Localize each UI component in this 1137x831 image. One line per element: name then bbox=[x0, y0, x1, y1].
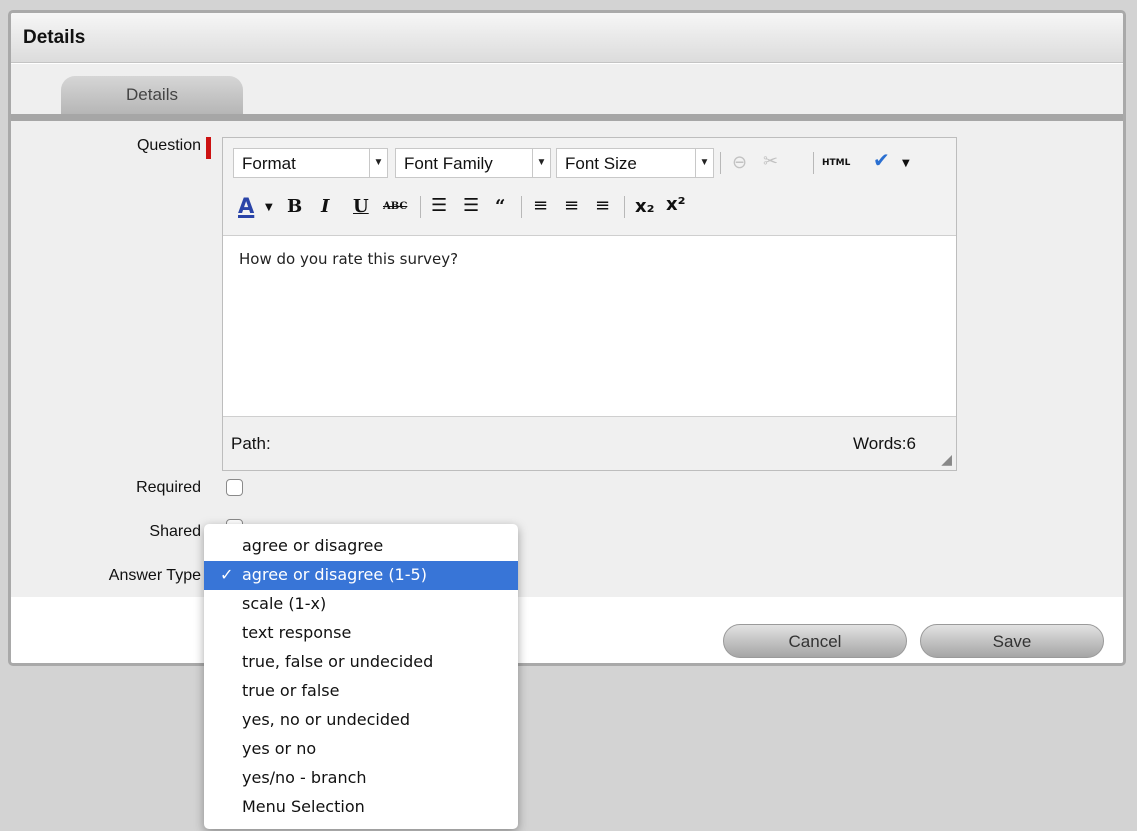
option-label: true or false bbox=[242, 681, 340, 700]
chevron-down-icon[interactable]: ▼ bbox=[902, 158, 910, 169]
toolbar-separator bbox=[521, 196, 522, 218]
subscript-icon[interactable]: x₂ bbox=[635, 196, 655, 217]
option-label: agree or disagree (1-5) bbox=[242, 565, 427, 584]
answer-type-option-selected[interactable]: ✓ agree or disagree (1-5) bbox=[204, 561, 518, 590]
chevron-down-icon: ▼ bbox=[532, 149, 550, 177]
answer-type-option[interactable]: scale (1-x) bbox=[204, 590, 518, 619]
answer-type-dropdown[interactable]: agree or disagree ✓ agree or disagree (1-… bbox=[204, 524, 518, 829]
format-select[interactable]: Format ▼ bbox=[233, 148, 388, 178]
question-label: Question bbox=[136, 137, 201, 154]
question-editor: Format ▼ Font Family ▼ Font Size ▼ ⊖ ✂ H… bbox=[222, 137, 957, 471]
font-family-select-label: Font Family bbox=[404, 154, 493, 173]
answer-type-option[interactable]: text response bbox=[204, 619, 518, 648]
chevron-down-icon: ▼ bbox=[369, 149, 387, 177]
superscript-icon[interactable]: x² bbox=[666, 194, 686, 215]
save-button[interactable]: Save bbox=[920, 624, 1104, 658]
html-source-icon[interactable]: HTML bbox=[822, 158, 850, 168]
font-family-select[interactable]: Font Family ▼ bbox=[395, 148, 551, 178]
bullet-list-icon[interactable]: ☰ bbox=[431, 195, 447, 216]
font-color-icon[interactable]: A bbox=[238, 194, 254, 218]
details-panel: Details Details Question Format ▼ Font F… bbox=[8, 10, 1126, 666]
option-label: yes, no or undecided bbox=[242, 710, 410, 729]
option-label: true, false or undecided bbox=[242, 652, 434, 671]
answer-type-option[interactable]: yes/no - branch bbox=[204, 764, 518, 793]
option-label: yes/no - branch bbox=[242, 768, 367, 787]
toolbar-separator bbox=[813, 152, 814, 174]
required-checkbox[interactable] bbox=[226, 479, 243, 496]
option-label: scale (1-x) bbox=[242, 594, 327, 613]
option-label: text response bbox=[242, 623, 352, 642]
option-label: yes or no bbox=[242, 739, 317, 758]
tab-details[interactable]: Details bbox=[61, 76, 243, 114]
strikethrough-icon[interactable]: ABC bbox=[383, 201, 407, 212]
numbered-list-icon[interactable]: ☰ bbox=[463, 195, 479, 216]
toolbar-separator bbox=[624, 196, 625, 218]
word-count: Words:6 bbox=[853, 434, 916, 453]
required-indicator bbox=[206, 137, 211, 159]
font-size-select-label: Font Size bbox=[565, 154, 637, 173]
editor-toolbar: Format ▼ Font Family ▼ Font Size ▼ ⊖ ✂ H… bbox=[223, 138, 956, 236]
underline-icon[interactable]: U bbox=[353, 196, 369, 217]
blockquote-icon[interactable]: “ bbox=[495, 196, 505, 217]
align-right-icon[interactable]: ≡ bbox=[595, 195, 610, 216]
unlink-icon[interactable]: ✂ bbox=[763, 151, 778, 172]
align-center-icon[interactable]: ≡ bbox=[564, 195, 579, 216]
format-select-label: Format bbox=[242, 154, 296, 173]
cancel-button[interactable]: Cancel bbox=[723, 624, 907, 658]
answer-type-label: Answer Type bbox=[108, 567, 201, 584]
link-icon[interactable]: ⊖ bbox=[732, 152, 747, 173]
answer-type-option[interactable]: true, false or undecided bbox=[204, 648, 518, 677]
answer-type-option[interactable]: Menu Selection bbox=[204, 793, 518, 822]
toolbar-separator bbox=[420, 196, 421, 218]
answer-type-option[interactable]: yes or no bbox=[204, 735, 518, 764]
editor-content[interactable]: How do you rate this survey? bbox=[223, 236, 956, 416]
bold-icon[interactable]: B bbox=[287, 196, 302, 217]
resize-handle-icon[interactable]: ◢ bbox=[941, 451, 952, 468]
tab-underline bbox=[11, 114, 1123, 121]
checkmark-icon: ✓ bbox=[220, 565, 234, 584]
answer-type-option[interactable]: agree or disagree bbox=[204, 532, 518, 561]
align-left-icon[interactable]: ≡ bbox=[533, 195, 548, 216]
answer-type-option[interactable]: true or false bbox=[204, 677, 518, 706]
path-label: Path: bbox=[231, 434, 271, 453]
option-label: Menu Selection bbox=[242, 797, 365, 816]
toolbar-separator bbox=[720, 152, 721, 174]
shared-label: Shared bbox=[149, 523, 201, 540]
font-size-select[interactable]: Font Size ▼ bbox=[556, 148, 714, 178]
italic-icon[interactable]: I bbox=[321, 196, 329, 217]
spellcheck-icon[interactable]: ✔ bbox=[873, 148, 890, 172]
answer-type-option[interactable]: yes, no or undecided bbox=[204, 706, 518, 735]
chevron-down-icon: ▼ bbox=[695, 149, 713, 177]
option-label: agree or disagree bbox=[242, 536, 384, 555]
panel-title: Details bbox=[11, 13, 1123, 63]
required-label: Required bbox=[136, 479, 201, 496]
editor-statusbar: Path: Words:6 ◢ bbox=[223, 416, 956, 470]
tab-bar: Details bbox=[11, 64, 1123, 126]
chevron-down-icon[interactable]: ▼ bbox=[265, 202, 273, 213]
